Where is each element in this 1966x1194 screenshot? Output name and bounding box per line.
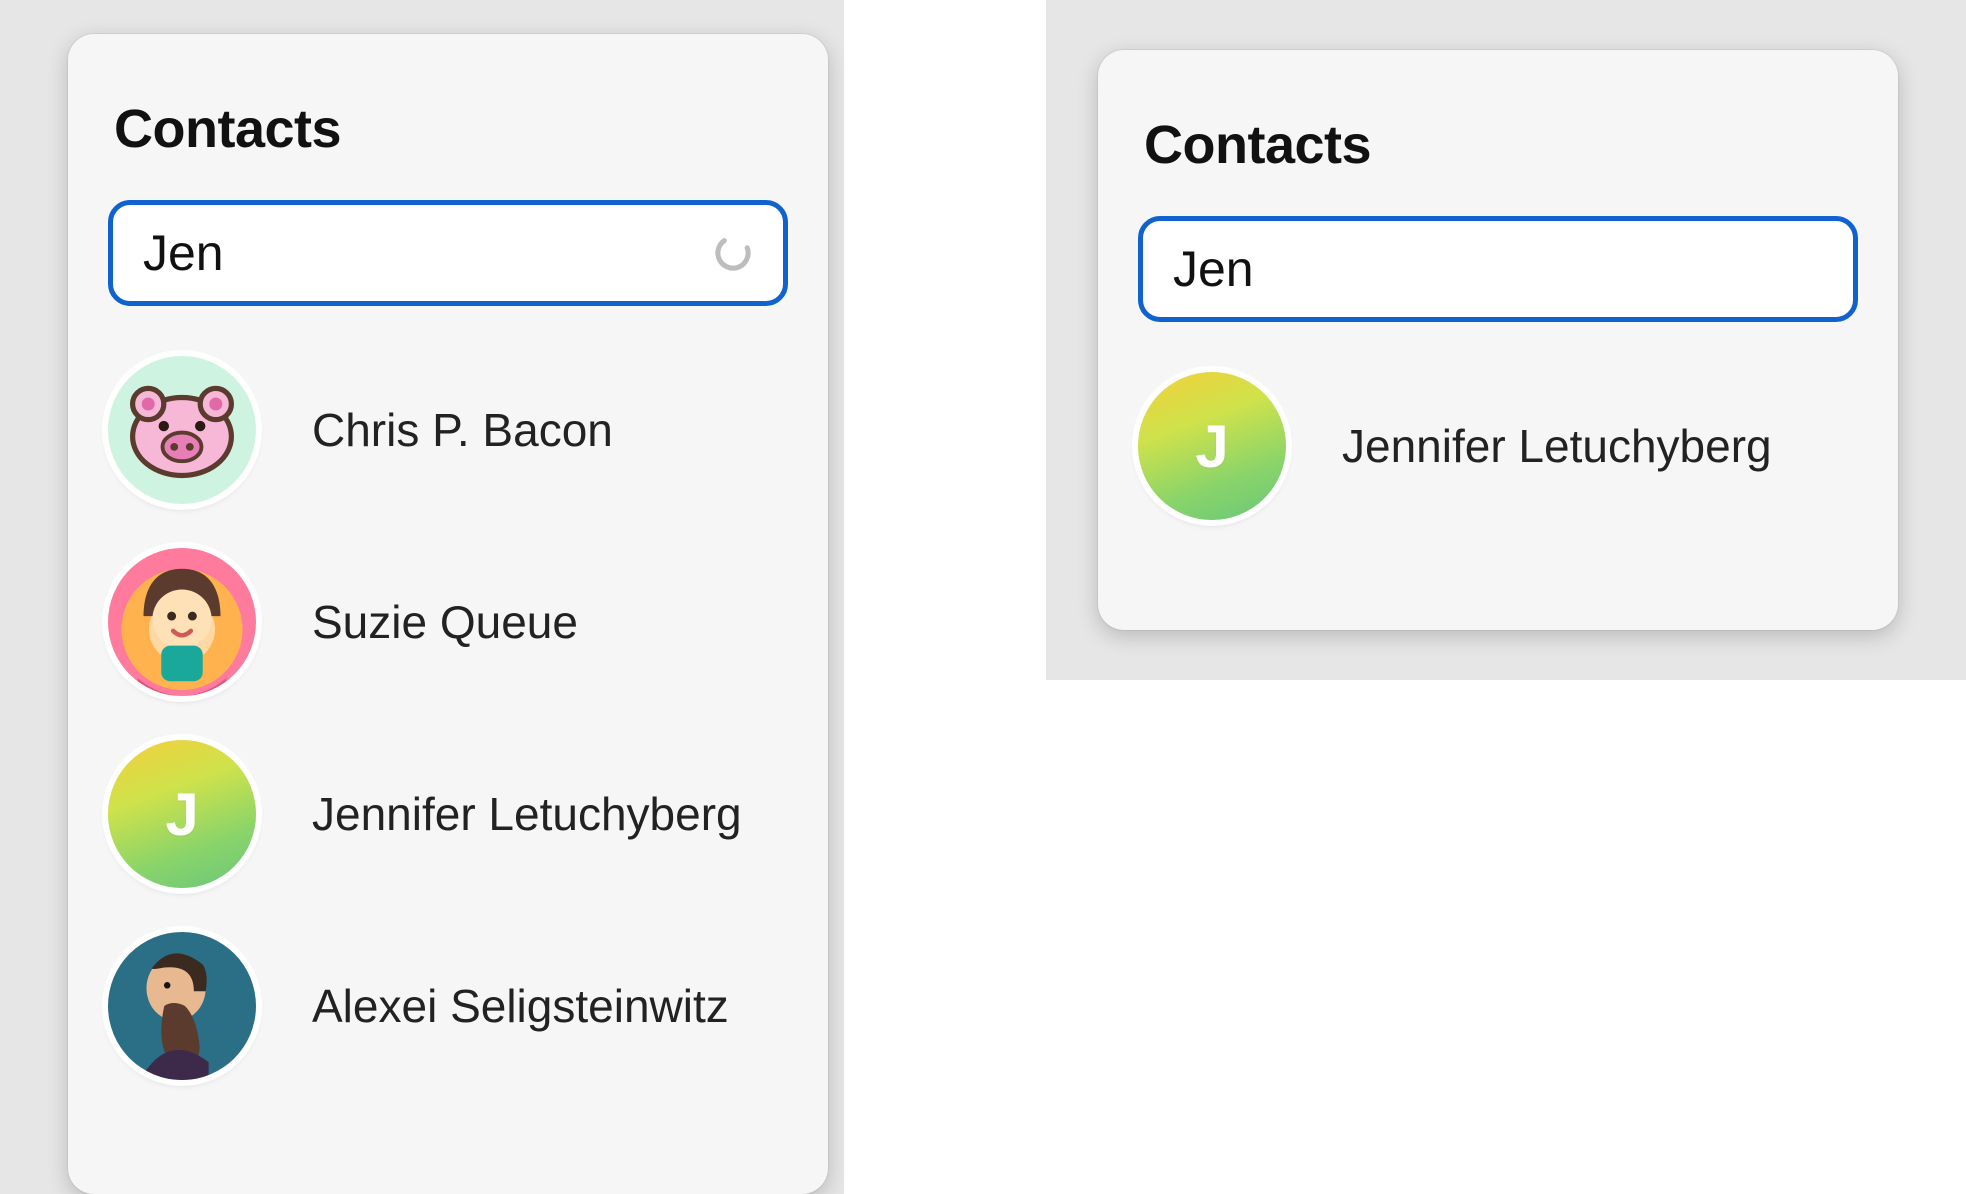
search-input[interactable] [108,200,788,306]
search-input[interactable] [1138,216,1858,322]
contact-row[interactable]: J Jennifer Letuchyberg [108,740,788,888]
contact-row[interactable]: Alexei Seligsteinwitz [108,932,788,1080]
contact-name: Chris P. Bacon [312,403,613,457]
contacts-list: J Jennifer Letuchyberg [1138,372,1858,520]
contact-name: Suzie Queue [312,595,578,649]
avatar-initial-text: J [165,780,198,849]
contact-row[interactable]: Chris P. Bacon [108,356,788,504]
contact-name: Alexei Seligsteinwitz [312,979,729,1033]
avatar-person-icon [108,932,256,1080]
contact-row[interactable]: J Jennifer Letuchyberg [1138,372,1858,520]
avatar-initial-icon: J [1138,372,1286,520]
avatar-person-icon [108,548,256,696]
card-title: Contacts [114,98,788,160]
avatar-initial-icon: J [108,740,256,888]
search-field-wrap [108,200,788,306]
contact-name: Jennifer Letuchyberg [312,787,742,841]
avatar-initial-text: J [1195,412,1228,481]
contacts-card-filtered: Contacts J Jennifer Letuchyberg [1098,50,1898,630]
contact-row[interactable]: Suzie Queue [108,548,788,696]
contacts-card-loading: Contacts [68,34,828,1194]
search-field-wrap [1138,216,1858,322]
avatar-pig-icon [108,356,256,504]
contact-name: Jennifer Letuchyberg [1342,419,1772,473]
contacts-list: Chris P. Bacon Suzie Queue [108,356,788,1080]
card-title: Contacts [1144,114,1858,176]
